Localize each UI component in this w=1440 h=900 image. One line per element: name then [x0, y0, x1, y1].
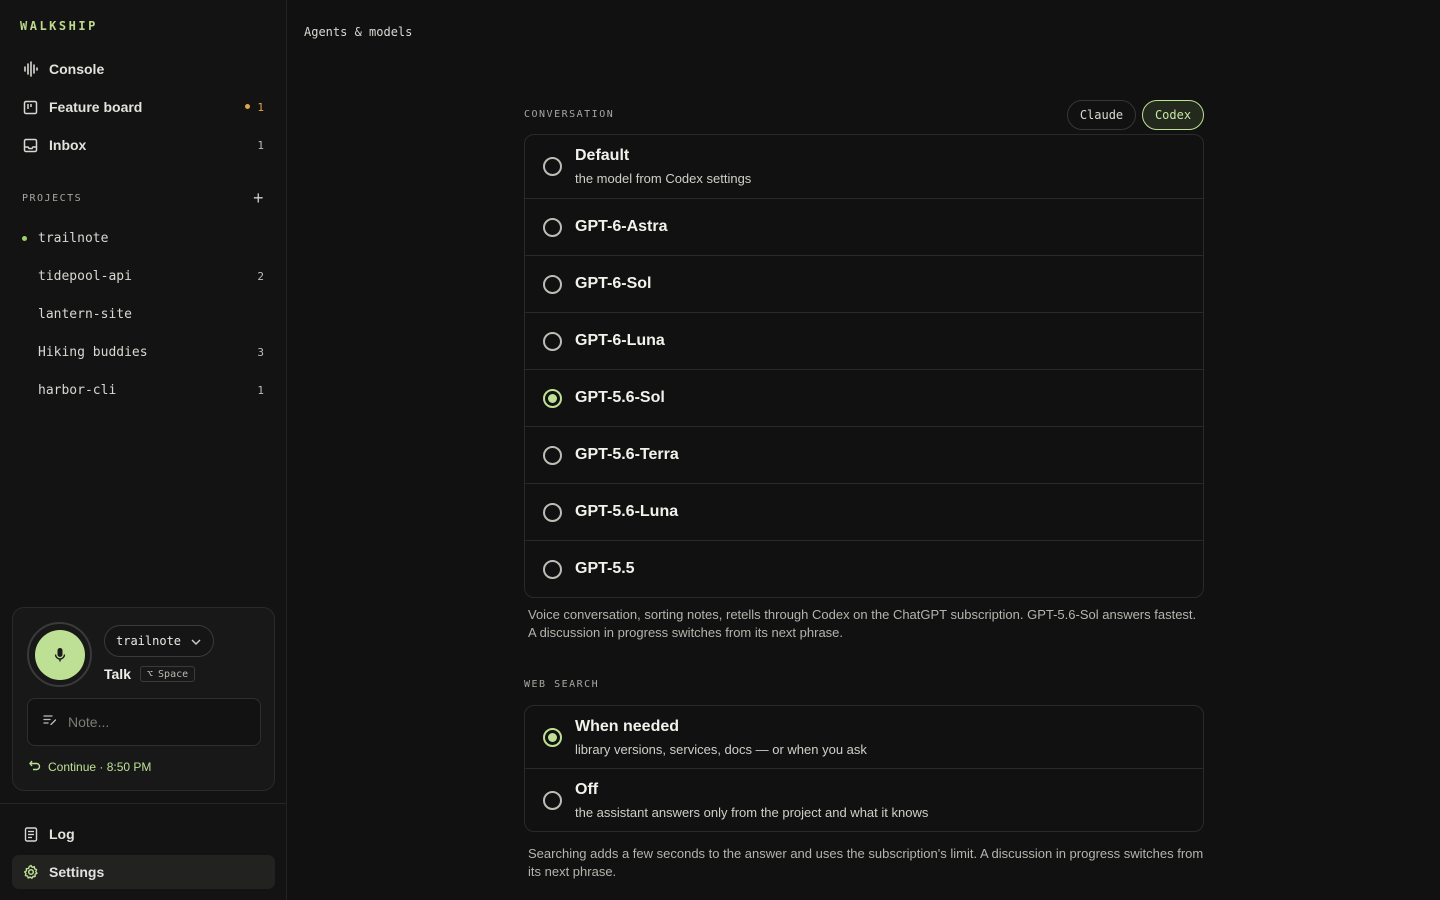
shortcut-hint: ⌥ Space [140, 666, 196, 682]
option-title: GPT-6-Sol [575, 275, 652, 292]
radio-button[interactable] [543, 157, 562, 176]
model-option-default[interactable]: Default the model from Codex settings [525, 135, 1203, 199]
radio-button[interactable] [543, 445, 562, 465]
project-item[interactable]: harbor-cli 1 [12, 375, 275, 405]
add-project-icon[interactable]: + [253, 189, 264, 207]
inbox-count: 1 [257, 138, 264, 152]
waveform-icon [12, 61, 49, 77]
model-option[interactable]: GPT-5.5 [525, 541, 1203, 597]
nav-log[interactable]: Log [12, 817, 275, 851]
radio-button[interactable] [543, 274, 562, 294]
project-select-value: trailnote [116, 634, 182, 648]
provider-claude-button[interactable]: Claude [1067, 100, 1136, 130]
web-search-help-text: Searching adds a few seconds to the answ… [528, 846, 1204, 879]
web-search-option-list: When needed library versions, services, … [524, 705, 1204, 832]
radio-button[interactable] [543, 217, 562, 237]
project-label: lantern-site [38, 306, 132, 322]
project-label: trailnote [38, 230, 109, 246]
nav-settings-label: Settings [49, 864, 105, 880]
note-icon [43, 713, 57, 731]
feature-board-count: 1 [257, 100, 264, 114]
active-project-dot [22, 235, 27, 241]
project-item[interactable]: Hiking buddies 3 [12, 337, 275, 367]
sidebar: WALKSHIP Console Feature board 1 Inbox 1… [0, 0, 287, 900]
new-dot-icon [245, 104, 251, 109]
project-item[interactable]: trailnote [12, 223, 275, 253]
project-label: tidepool-api [38, 268, 132, 284]
option-title: Default [575, 147, 630, 164]
conversation-section-label: CONVERSATION [524, 109, 615, 120]
option-subtitle: the assistant answers only from the proj… [575, 805, 929, 820]
feature-board-badge: 1 [245, 101, 264, 114]
nav-settings[interactable]: Settings [12, 855, 275, 889]
log-icon [12, 826, 49, 842]
nav-inbox[interactable]: Inbox 1 [12, 128, 275, 162]
radio-button[interactable] [543, 790, 562, 810]
project-count: 2 [257, 269, 264, 283]
project-count: 1 [257, 383, 264, 397]
project-label: Hiking buddies [38, 344, 148, 360]
web-search-option[interactable]: Off the assistant answers only from the … [525, 769, 1203, 831]
model-option-selected[interactable]: GPT-5.6-Sol [525, 370, 1203, 427]
radio-button-selected[interactable] [543, 388, 562, 408]
note-field[interactable] [27, 698, 261, 746]
nav-feature-board-label: Feature board [49, 99, 143, 115]
continue-label: Continue · 8:50 PM [48, 759, 152, 774]
projects-heading: PROJECTS [22, 193, 83, 204]
nav-feature-board[interactable]: Feature board 1 [12, 90, 275, 124]
gear-icon [12, 864, 49, 880]
sidebar-divider [0, 803, 287, 804]
project-item[interactable]: tidepool-api 2 [12, 261, 275, 291]
radio-button-selected[interactable] [543, 727, 562, 747]
note-input[interactable] [68, 714, 238, 730]
microphone-icon [34, 629, 85, 680]
talk-card: trailnote Talk ⌥ Space Continue · 8:50 P… [12, 607, 275, 791]
inbox-icon [12, 138, 49, 153]
project-count: 3 [257, 345, 264, 359]
continue-link[interactable]: Continue · 8:50 PM [29, 759, 151, 774]
model-option-list: Default the model from Codex settings GP… [524, 134, 1204, 598]
nav-console-label: Console [49, 61, 105, 77]
talk-button[interactable] [27, 622, 92, 687]
option-subtitle: the model from Codex settings [575, 171, 752, 186]
project-item[interactable]: lantern-site [12, 299, 275, 329]
project-label: harbor-cli [38, 382, 117, 398]
option-key-icon: ⌥ [147, 668, 154, 680]
option-title: GPT-5.6-Terra [575, 446, 679, 463]
option-subtitle: library versions, services, docs — or wh… [575, 742, 867, 757]
model-option[interactable]: GPT-6-Luna [525, 313, 1203, 370]
talk-label: Talk [104, 666, 131, 682]
shortcut-key: Space [158, 668, 189, 680]
breadcrumb: Agents & models [304, 25, 413, 39]
nav-console[interactable]: Console [12, 52, 275, 86]
web-search-option-selected[interactable]: When needed library versions, services, … [525, 706, 1203, 769]
model-option[interactable]: GPT-6-Astra [525, 199, 1203, 256]
option-title: GPT-5.6-Sol [575, 389, 665, 406]
option-title: GPT-6-Astra [575, 218, 668, 235]
provider-codex-button[interactable]: Codex [1142, 100, 1204, 130]
option-title: GPT-5.5 [575, 560, 635, 577]
option-title: When needed [575, 718, 680, 735]
radio-button[interactable] [543, 331, 562, 351]
option-title: GPT-6-Luna [575, 332, 665, 349]
radio-button[interactable] [543, 502, 562, 522]
undo-arrow-icon [29, 759, 41, 774]
web-search-section-label: WEB SEARCH [524, 679, 600, 690]
model-option[interactable]: GPT-5.6-Terra [525, 427, 1203, 484]
radio-button[interactable] [543, 559, 562, 579]
board-icon [12, 100, 49, 115]
brand-logo: WALKSHIP [20, 19, 98, 33]
nav-log-label: Log [49, 826, 75, 842]
option-title: Off [575, 781, 599, 798]
chevron-down-icon [191, 634, 201, 648]
project-select[interactable]: trailnote [104, 625, 215, 657]
model-option[interactable]: GPT-5.6-Luna [525, 484, 1203, 541]
nav-inbox-label: Inbox [49, 137, 87, 153]
conversation-help-text: Voice conversation, sorting notes, retel… [528, 607, 1197, 640]
model-option[interactable]: GPT-6-Sol [525, 256, 1203, 313]
option-title: GPT-5.6-Luna [575, 503, 679, 520]
